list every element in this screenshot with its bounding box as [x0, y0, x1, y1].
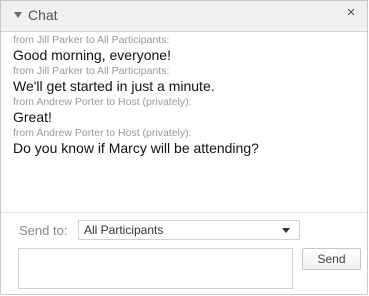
message-sender: from Andrew Porter to Host (privately):	[13, 96, 192, 108]
message-input[interactable]	[18, 248, 293, 289]
message-item: from Andrew Porter to Host (privately): …	[13, 96, 357, 126]
message-text: Great!	[13, 109, 52, 125]
send-button[interactable]: Send	[302, 248, 361, 270]
recipient-select[interactable]: All Participants	[78, 220, 300, 240]
message-list: from Jill Parker to All Participants: Go…	[13, 34, 357, 158]
chat-panel: Chat × from Jill Parker to All Participa…	[0, 0, 368, 295]
message-item: from Jill Parker to All Participants: Go…	[13, 34, 357, 64]
caret-down-icon[interactable]	[14, 12, 22, 18]
message-sender: from Andrew Porter to Host (privately):	[13, 127, 192, 139]
message-sender: from Jill Parker to All Participants:	[13, 65, 170, 77]
chat-header[interactable]: Chat ×	[1, 1, 367, 32]
message-sender: from Jill Parker to All Participants:	[13, 34, 170, 46]
composer-divider	[1, 212, 367, 213]
message-text: We'll get started in just a minute.	[13, 78, 215, 94]
message-text: Good morning, everyone!	[13, 47, 171, 63]
dropdown-arrow-icon[interactable]	[282, 228, 290, 233]
message-item: from Jill Parker to All Participants: We…	[13, 65, 357, 95]
message-text: Do you know if Marcy will be attending?	[13, 140, 259, 156]
message-item: from Andrew Porter to Host (privately): …	[13, 127, 357, 157]
send-to-label: Send to:	[19, 223, 68, 238]
close-icon[interactable]: ×	[343, 5, 359, 21]
recipient-selected-value: All Participants	[84, 223, 164, 237]
chat-title: Chat	[28, 7, 58, 23]
